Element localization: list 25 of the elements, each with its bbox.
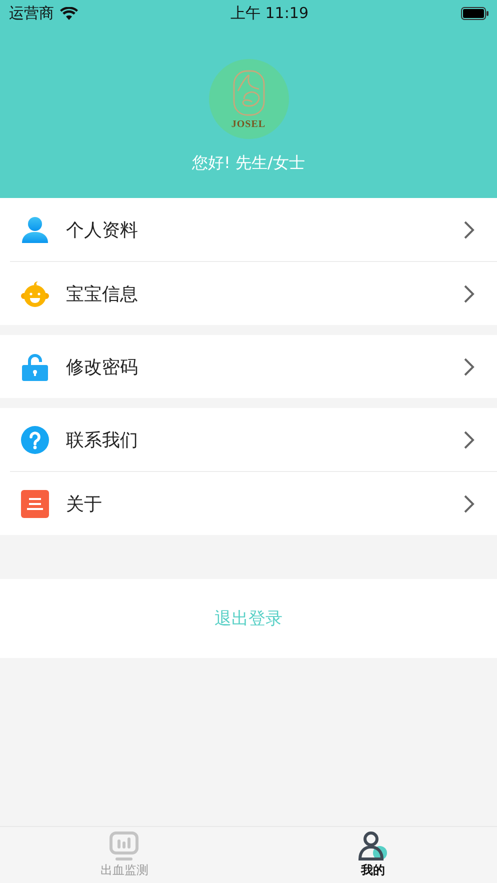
logo-text: JOSEL [231, 118, 266, 130]
chevron-icon [463, 284, 475, 304]
person-icon [21, 216, 49, 244]
chevron-icon [463, 430, 475, 450]
tab-item[interactable]: 我的 [248, 827, 497, 883]
lock-icon [21, 352, 49, 380]
menu-item[interactable]: 关于 [10, 471, 497, 535]
battery-icon [461, 6, 489, 20]
user-icon [358, 831, 388, 861]
logo-icon [232, 68, 266, 118]
baby-face-icon [21, 280, 49, 308]
chevron-icon [463, 494, 475, 514]
menu-item[interactable]: 个人资料 [0, 198, 497, 261]
document-icon [21, 490, 49, 518]
monitor-chart-icon [109, 831, 140, 861]
help-icon [21, 426, 49, 454]
clock-time: 上午 11:19 [230, 4, 308, 22]
menu-item[interactable]: 修改密码 [0, 335, 497, 398]
chevron-icon [463, 356, 475, 376]
greeting: 您好! 先生/女士 [192, 153, 305, 174]
chevron-icon [463, 220, 475, 240]
menu-item[interactable]: 联系我们 [0, 408, 497, 471]
wifi-icon [60, 6, 78, 20]
menu-item[interactable]: 宝宝信息 [10, 261, 497, 325]
carrier: 运营商 [9, 4, 54, 22]
